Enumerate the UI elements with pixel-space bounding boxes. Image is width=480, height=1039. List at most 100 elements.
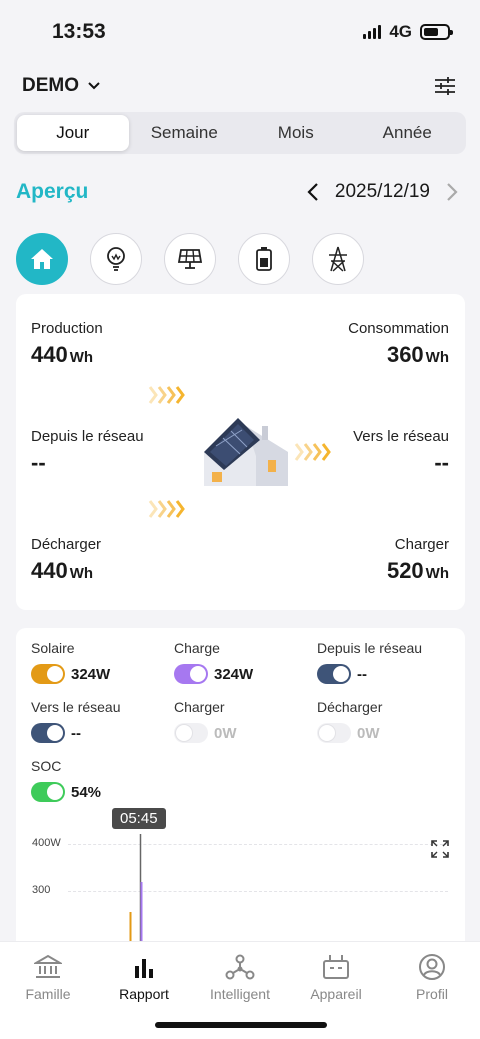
legend-toggle-row: 324W [174, 664, 253, 684]
legend-name: SOC [31, 758, 62, 774]
discharge-unit: Wh [69, 565, 94, 582]
legend-name: Décharger [317, 699, 383, 715]
power-chart[interactable]: 05:45 400W 300 [16, 808, 465, 958]
tab-appareil[interactable]: Appareil [288, 952, 384, 1002]
filter-icon[interactable] [432, 73, 458, 99]
tab-mois[interactable]: Mois [240, 115, 352, 151]
chevron-down-icon [88, 82, 100, 90]
site-name: DEMO [22, 75, 79, 96]
status-time: 13:53 [52, 20, 106, 43]
legend-charge: Charge 324W [174, 640, 253, 684]
tab-profil[interactable]: Profil [384, 952, 480, 1002]
status-indicators: 4G [363, 22, 453, 42]
device-icon [288, 952, 384, 982]
network-type: 4G [389, 22, 412, 41]
date-navigator: 2025/12/19 [305, 181, 460, 203]
legend-depuis-reseau: Depuis le réseau -- [317, 640, 422, 684]
consumption-unit: Wh [425, 349, 449, 366]
production-unit: Wh [69, 349, 94, 366]
next-date-icon[interactable] [444, 181, 460, 203]
tab-semaine[interactable]: Semaine [129, 115, 241, 151]
current-date: 2025/12/19 [334, 181, 430, 202]
charge-value: 520 Wh [387, 558, 449, 584]
to-grid-value: -- [434, 450, 449, 475]
category-icons [16, 233, 364, 285]
legend-charger: Charger 0W [174, 699, 237, 743]
legend-toggle-row: 0W [174, 723, 237, 743]
legend-value: 0W [214, 724, 237, 742]
discharge-value: 440 Wh [31, 558, 93, 584]
signal-icon [363, 25, 382, 39]
bank-icon [0, 952, 96, 982]
discharge-number: 440 [31, 558, 68, 583]
to-grid-label: Vers le réseau [353, 428, 449, 445]
legend-value: 0W [357, 724, 380, 742]
network-nodes-icon [192, 952, 288, 982]
legend-name: Depuis le réseau [317, 640, 423, 656]
header: DEMO [22, 72, 458, 100]
tab-label: Intelligent [210, 986, 270, 1002]
legend-value: 324W [71, 665, 111, 683]
home-indicator[interactable] [155, 1022, 327, 1028]
charge-toggle[interactable] [174, 664, 208, 684]
soc-toggle[interactable] [31, 782, 65, 802]
charge-label: Charger [394, 536, 449, 553]
power-chart-card: Solaire 324W Charge 324W Depuis le résea… [16, 628, 465, 958]
tab-label: Rapport [119, 986, 169, 1002]
home-icon[interactable] [16, 233, 68, 285]
vers-reseau-toggle[interactable] [31, 723, 65, 743]
period-tabs: Jour Semaine Mois Année [14, 112, 466, 154]
charge-unit: Wh [425, 565, 449, 582]
from-grid-label: Depuis le réseau [31, 428, 144, 445]
prev-date-icon[interactable] [305, 181, 321, 203]
tab-label: Famille [25, 986, 71, 1002]
tab-label: Appareil [310, 986, 362, 1002]
legend-toggle-row: 0W [317, 723, 382, 743]
overview-title: Aperçu [16, 180, 89, 203]
solar-panel-icon[interactable] [164, 233, 216, 285]
consumption-value: 360 Wh [387, 342, 449, 368]
legend-value: -- [71, 724, 81, 742]
legend-decharger: Décharger 0W [317, 699, 382, 743]
legend-name: Vers le réseau [31, 699, 121, 715]
decharger-toggle[interactable] [317, 723, 351, 743]
user-icon [384, 952, 480, 982]
legend-toggle-row: -- [317, 664, 422, 684]
battery-icon[interactable] [238, 233, 290, 285]
discharge-label: Décharger [31, 536, 102, 553]
energy-flow-card: Production 440 Wh Consommation 360 Wh Depu… [16, 294, 465, 610]
flow-chevrons-icon [148, 500, 185, 518]
overview-row: Aperçu 2025/12/19 [16, 176, 460, 208]
house-solar-icon [204, 418, 288, 486]
tab-intelligent[interactable]: Intelligent [192, 952, 288, 1002]
legend-value: -- [357, 665, 367, 683]
depuis-reseau-toggle[interactable] [317, 664, 351, 684]
production-number: 440 [31, 342, 68, 367]
tab-rapport[interactable]: Rapport [96, 952, 192, 1002]
legend-toggle-row: 324W [31, 664, 110, 684]
legend-vers-reseau: Vers le réseau -- [31, 699, 121, 743]
site-selector[interactable]: DEMO [22, 75, 101, 97]
bulb-icon[interactable] [90, 233, 142, 285]
legend-name: Charger [174, 699, 225, 715]
consumption-label: Consommation [348, 320, 449, 337]
legend-toggle-row: 54% [31, 782, 101, 802]
battery-icon [420, 24, 453, 40]
solaire-toggle[interactable] [31, 664, 65, 684]
tab-jour[interactable]: Jour [17, 115, 129, 151]
legend-solaire: Solaire 324W [31, 640, 110, 684]
flow-chevrons-icon [148, 386, 185, 404]
production-label: Production [31, 320, 103, 337]
legend-name: Charge [174, 640, 220, 656]
charge-number: 520 [386, 558, 424, 583]
from-grid-value: -- [31, 450, 46, 475]
legend-value: 324W [214, 665, 254, 683]
consumption-number: 360 [386, 342, 424, 367]
legend-toggle-row: -- [31, 723, 121, 743]
grid-tower-icon[interactable] [312, 233, 364, 285]
tab-annee[interactable]: Année [352, 115, 464, 151]
production-value: 440 Wh [31, 342, 93, 368]
tab-famille[interactable]: Famille [0, 952, 96, 1002]
charger-toggle[interactable] [174, 723, 208, 743]
bar-chart-icon [96, 952, 192, 982]
